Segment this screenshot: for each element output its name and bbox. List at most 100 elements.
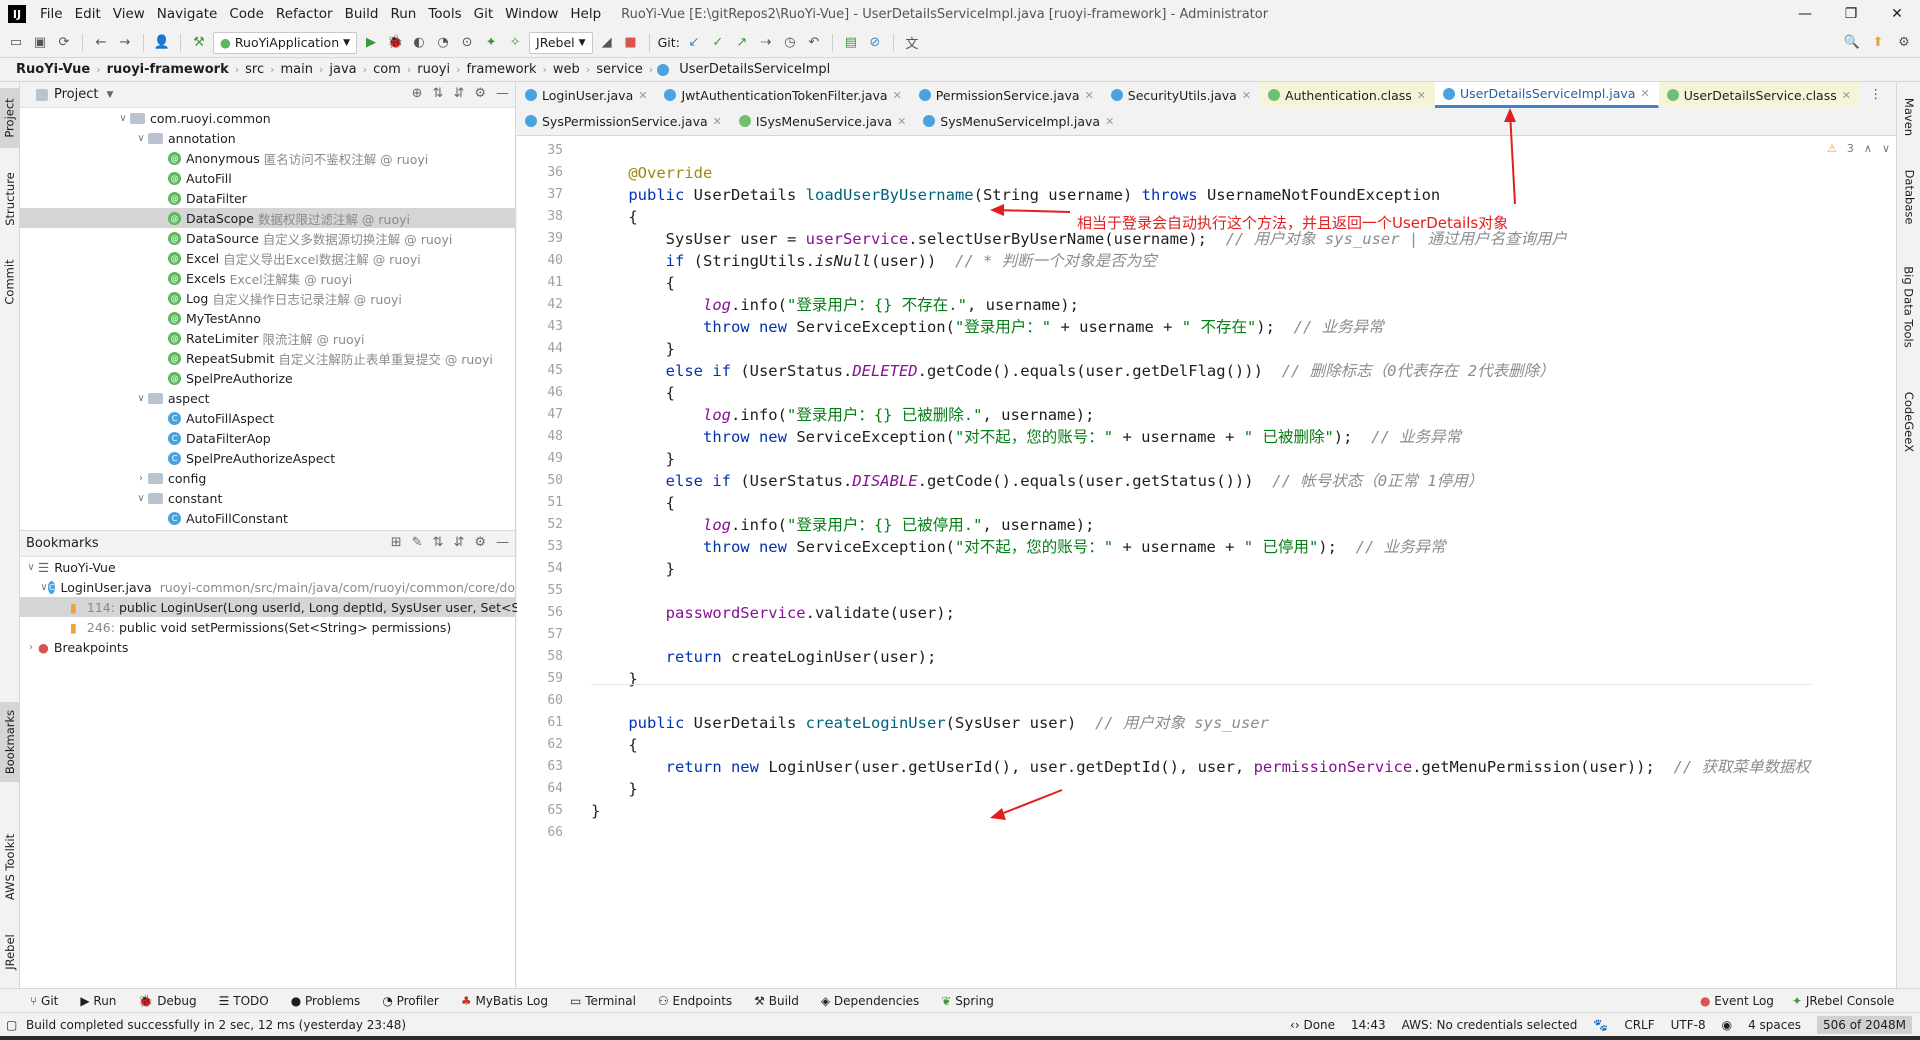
tool-tab-big-data-tools[interactable]: Big Data Tools xyxy=(1897,252,1920,362)
close-icon[interactable]: ✕ xyxy=(1874,0,1920,28)
line-number[interactable]: 40 xyxy=(547,253,563,268)
codegeex-icon[interactable]: 🐾 xyxy=(1593,1018,1608,1032)
tool-git[interactable]: ⑂ Git xyxy=(30,994,58,1008)
status-done[interactable]: ‹› Done xyxy=(1290,1018,1335,1032)
minimize-icon[interactable]: — xyxy=(1782,0,1828,28)
tool-debug[interactable]: 🐞 Debug xyxy=(138,994,196,1008)
tool-todo[interactable]: ☰ TODO xyxy=(219,994,269,1008)
tool-dependencies[interactable]: ◈ Dependencies xyxy=(821,994,919,1008)
close-tab-icon[interactable]: ✕ xyxy=(713,115,722,128)
menu-build[interactable]: Build xyxy=(339,6,385,22)
line-number[interactable]: 66 xyxy=(547,825,563,840)
chevron-down-icon[interactable]: ∨ xyxy=(134,493,148,504)
breadcrumb-item[interactable]: ruoyi xyxy=(411,62,456,77)
tree-node[interactable]: @ DataFilter xyxy=(20,188,515,208)
line-number[interactable]: 41 xyxy=(547,275,563,290)
tab-userdetailsserviceimpl[interactable]: UserDetailsServiceImpl.java ✕ xyxy=(1435,82,1659,108)
maximize-icon[interactable]: ❐ xyxy=(1828,0,1874,28)
breadcrumb-item[interactable]: UserDetailsServiceImpl xyxy=(673,62,836,77)
tab-authentication-class[interactable]: Authentication.class ✕ xyxy=(1260,82,1436,108)
file-encoding[interactable]: UTF-8 xyxy=(1671,1018,1706,1032)
no-entry-icon[interactable]: ⊘ xyxy=(865,33,885,53)
jrebel-attach-icon[interactable]: ◢ xyxy=(597,33,617,53)
tree-node[interactable]: ∨ constant xyxy=(20,488,515,508)
line-number[interactable]: 65 xyxy=(547,803,563,818)
edit-icon[interactable]: ✎ xyxy=(412,535,423,550)
git-update-icon[interactable]: ↙ xyxy=(684,33,704,53)
breadcrumb-item[interactable]: main xyxy=(275,62,319,77)
line-number[interactable]: 52 xyxy=(547,517,563,532)
run-config-select[interactable]: ● RuoYiApplication ▼ xyxy=(213,31,358,54)
indent-setting[interactable]: 4 spaces xyxy=(1748,1018,1801,1032)
menu-navigate[interactable]: Navigate xyxy=(151,6,224,22)
tree-node[interactable]: @ Excel 自定义导出Excel数据注解 @ ruoyi xyxy=(20,248,515,268)
search-icon[interactable]: 🔍 xyxy=(1842,33,1862,53)
chevron-down-icon[interactable]: ∨ xyxy=(134,133,148,144)
tree-node[interactable]: @ RateLimiter 限流注解 @ ruoyi xyxy=(20,328,515,348)
tool-tab-aws-toolkit[interactable]: AWS Toolkit xyxy=(0,822,20,912)
jrebel-select[interactable]: JRebel ▼ xyxy=(529,31,593,54)
hide-icon[interactable]: — xyxy=(496,86,509,101)
tab-menu-icon[interactable]: ⋮ xyxy=(1870,86,1883,101)
tab-loginuser[interactable]: LoginUser.java ✕ xyxy=(517,82,656,108)
line-number[interactable]: 50 xyxy=(547,473,563,488)
tree-node[interactable]: @ DataScope 数据权限过滤注解 @ ruoyi xyxy=(20,208,515,228)
line-number[interactable]: 43 xyxy=(547,319,563,334)
forward-icon[interactable]: → xyxy=(115,33,135,53)
tab-userdetailsservice-class[interactable]: UserDetailsService.class ✕ xyxy=(1658,82,1860,108)
chevron-up-icon[interactable]: ∧ xyxy=(1864,142,1872,155)
settings-icon[interactable]: ⚙ xyxy=(1894,33,1914,53)
user-icon[interactable]: 👤 xyxy=(152,33,172,53)
tool-tab-structure[interactable]: Structure xyxy=(0,164,20,234)
breadcrumb-item[interactable]: ruoyi-framework xyxy=(101,62,235,77)
run-icon[interactable]: ▶ xyxy=(361,33,381,53)
jrebel-run-icon[interactable]: ✦ xyxy=(481,33,501,53)
line-number[interactable]: 36 xyxy=(547,165,563,180)
tool-tab-commit[interactable]: Commit xyxy=(0,252,20,312)
menu-window[interactable]: Window xyxy=(499,6,564,22)
back-icon[interactable]: ← xyxy=(91,33,111,53)
status-message[interactable]: Build completed successfully in 2 sec, 1… xyxy=(0,1018,406,1032)
git-commit-icon[interactable]: ✓ xyxy=(708,33,728,53)
jrebel-debug-icon[interactable]: ✧ xyxy=(505,33,525,53)
line-number[interactable]: 44 xyxy=(547,341,563,356)
line-number[interactable]: 60 xyxy=(547,693,563,708)
tool-tab-bookmarks[interactable]: Bookmarks xyxy=(0,702,20,782)
menu-refactor[interactable]: Refactor xyxy=(270,6,339,22)
coverage-icon[interactable]: ◐ xyxy=(409,33,429,53)
tab-sysmenuserviceimpl[interactable]: SysMenuServiceImpl.java ✕ xyxy=(915,108,1123,134)
close-tab-icon[interactable]: ✕ xyxy=(1842,89,1851,102)
tab-isysmenuservice[interactable]: ISysMenuService.java ✕ xyxy=(731,108,915,134)
tab-permissionservice[interactable]: PermissionService.java ✕ xyxy=(911,82,1103,108)
tool-tab-jrebel[interactable]: JRebel xyxy=(0,922,20,982)
build-hammer-icon[interactable]: ⚒ xyxy=(189,33,209,53)
inspection-widget[interactable]: ⚠ 3 ∧ ∨ xyxy=(1827,142,1890,155)
code-editor[interactable]: 35 36 37 38 39 40 41 42 43 44 45 46 47 48 49 50 51 52 53 54… xyxy=(517,136,1896,988)
line-number[interactable]: 53 xyxy=(547,539,563,554)
tool-event-log[interactable]: ● Event Log xyxy=(1700,994,1774,1008)
sync-icon[interactable]: ⟳ xyxy=(54,33,74,53)
chevron-down-icon[interactable]: ▼ xyxy=(106,90,113,100)
expand-all-icon[interactable]: ⇅ xyxy=(433,86,444,101)
line-number[interactable]: 37 xyxy=(547,187,563,202)
tool-jrebel-console[interactable]: ✦ JRebel Console xyxy=(1792,994,1894,1008)
tree-node[interactable]: @ Anonymous 匿名访问不鉴权注解 @ ruoyi xyxy=(20,148,515,168)
collapse-all-icon[interactable]: ⇵ xyxy=(453,535,464,550)
menu-run[interactable]: Run xyxy=(384,6,422,22)
tree-node[interactable]: ∨ com.ruoyi.common xyxy=(20,108,515,128)
close-tab-icon[interactable]: ✕ xyxy=(893,89,902,102)
tree-node[interactable]: ∨ aspect xyxy=(20,388,515,408)
close-tab-icon[interactable]: ✕ xyxy=(897,115,906,128)
line-number[interactable]: 56 xyxy=(547,605,563,620)
line-number[interactable]: 45 xyxy=(547,363,563,378)
line-number[interactable]: 39 xyxy=(547,231,563,246)
history-icon[interactable]: ◷ xyxy=(780,33,800,53)
tool-tab-database[interactable]: Database xyxy=(1897,162,1920,232)
tree-node[interactable]: C AutoFillConstant xyxy=(20,508,515,528)
line-number[interactable]: 62 xyxy=(547,737,563,752)
menu-code[interactable]: Code xyxy=(223,6,270,22)
tool-run[interactable]: ▶ Run xyxy=(80,994,116,1008)
tree-node[interactable]: @ MyTestAnno xyxy=(20,308,515,328)
expand-all-icon[interactable]: ⇅ xyxy=(433,535,444,550)
tool-tab-maven[interactable]: Maven xyxy=(1897,92,1920,142)
